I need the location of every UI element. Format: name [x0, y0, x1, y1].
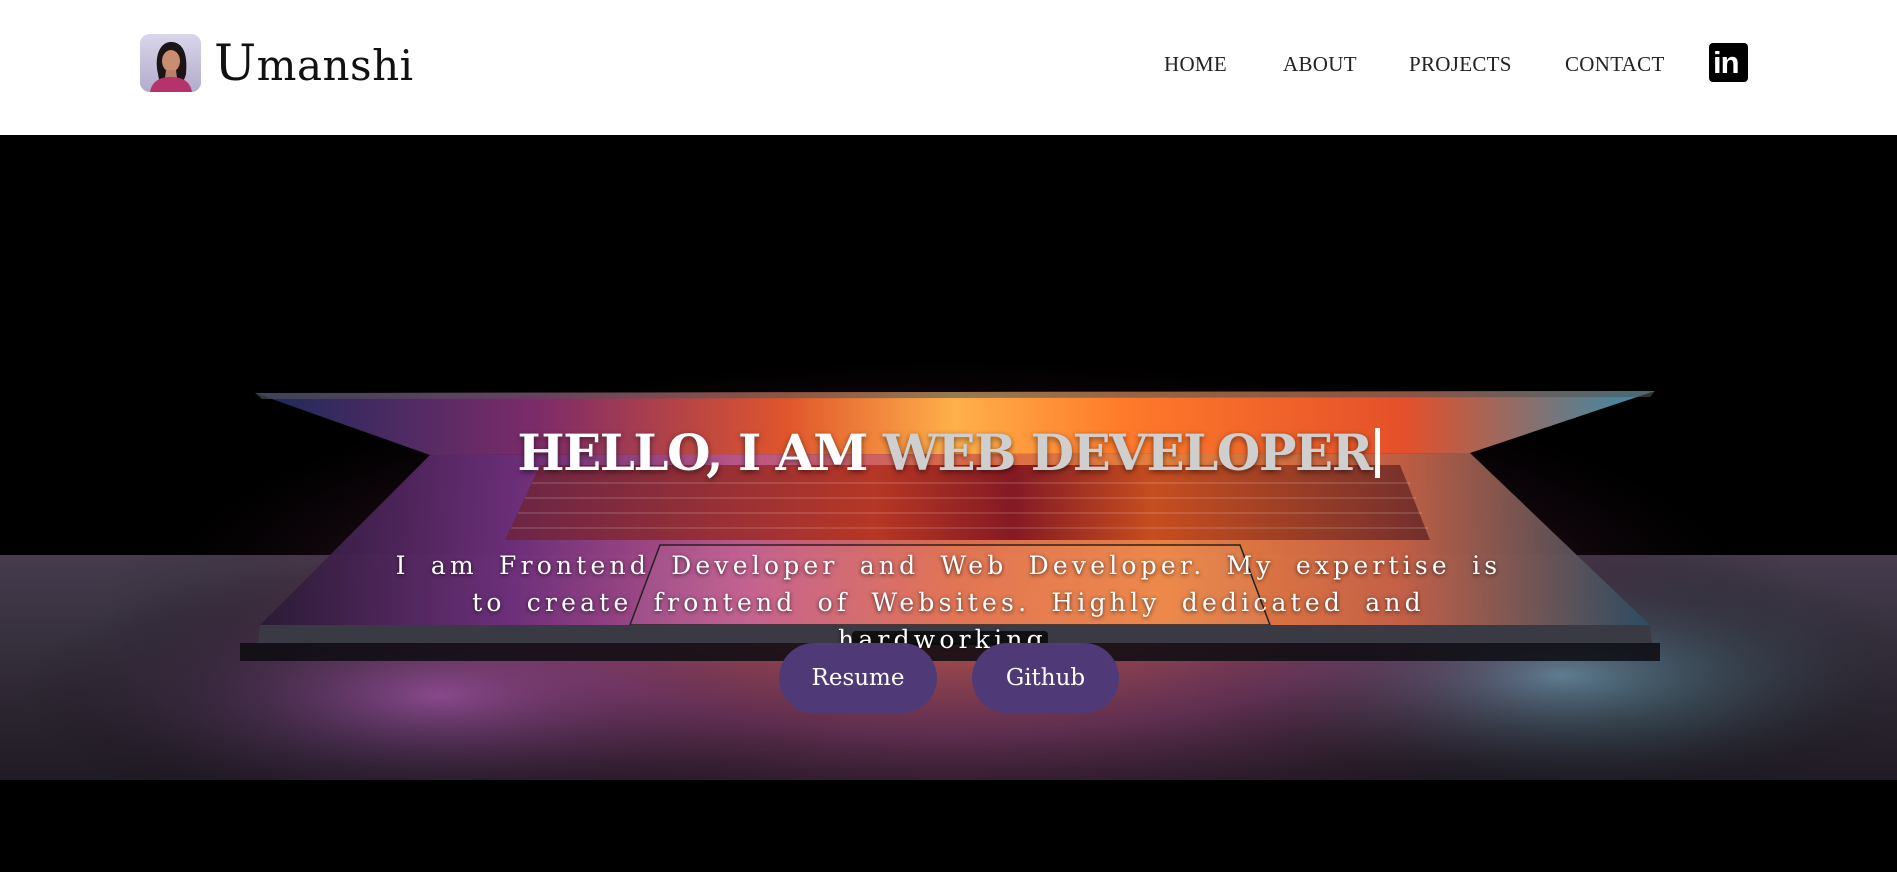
nav-home[interactable]: HOME	[1164, 52, 1227, 77]
hero-headline: HELLO, I AM WEB DEVELOPER	[0, 423, 1897, 482]
profile-photo-icon	[140, 34, 201, 92]
linkedin-icon[interactable]: in	[1709, 43, 1748, 82]
profile-avatar	[140, 34, 201, 92]
hero-intro: I am Frontend Developer and Web Develope…	[395, 551, 1502, 654]
nav-projects[interactable]: PROJECTS	[1409, 52, 1512, 77]
headline-typed-text: WEB DEVELOPER	[882, 423, 1373, 482]
brand-rest: manshi	[256, 41, 414, 90]
brand-name: Umanshi	[214, 38, 414, 88]
hero-section: HELLO, I AM WEB DEVELOPER I am Frontend …	[0, 135, 1897, 872]
nav-about[interactable]: ABOUT	[1283, 52, 1357, 77]
site-header: Umanshi HOME ABOUT PROJECTS CONTACT in	[0, 0, 1897, 135]
laptop-background-image	[0, 135, 1897, 872]
linkedin-glyph: in	[1713, 45, 1740, 80]
typing-caret	[1374, 428, 1380, 478]
resume-button[interactable]: Resume	[779, 643, 937, 713]
headline-static: HELLO, I AM	[517, 423, 868, 482]
brand[interactable]: Umanshi	[140, 34, 414, 92]
brand-initial: U	[214, 34, 257, 92]
nav-contact[interactable]: CONTACT	[1565, 52, 1665, 77]
github-button[interactable]: Github	[972, 643, 1119, 713]
